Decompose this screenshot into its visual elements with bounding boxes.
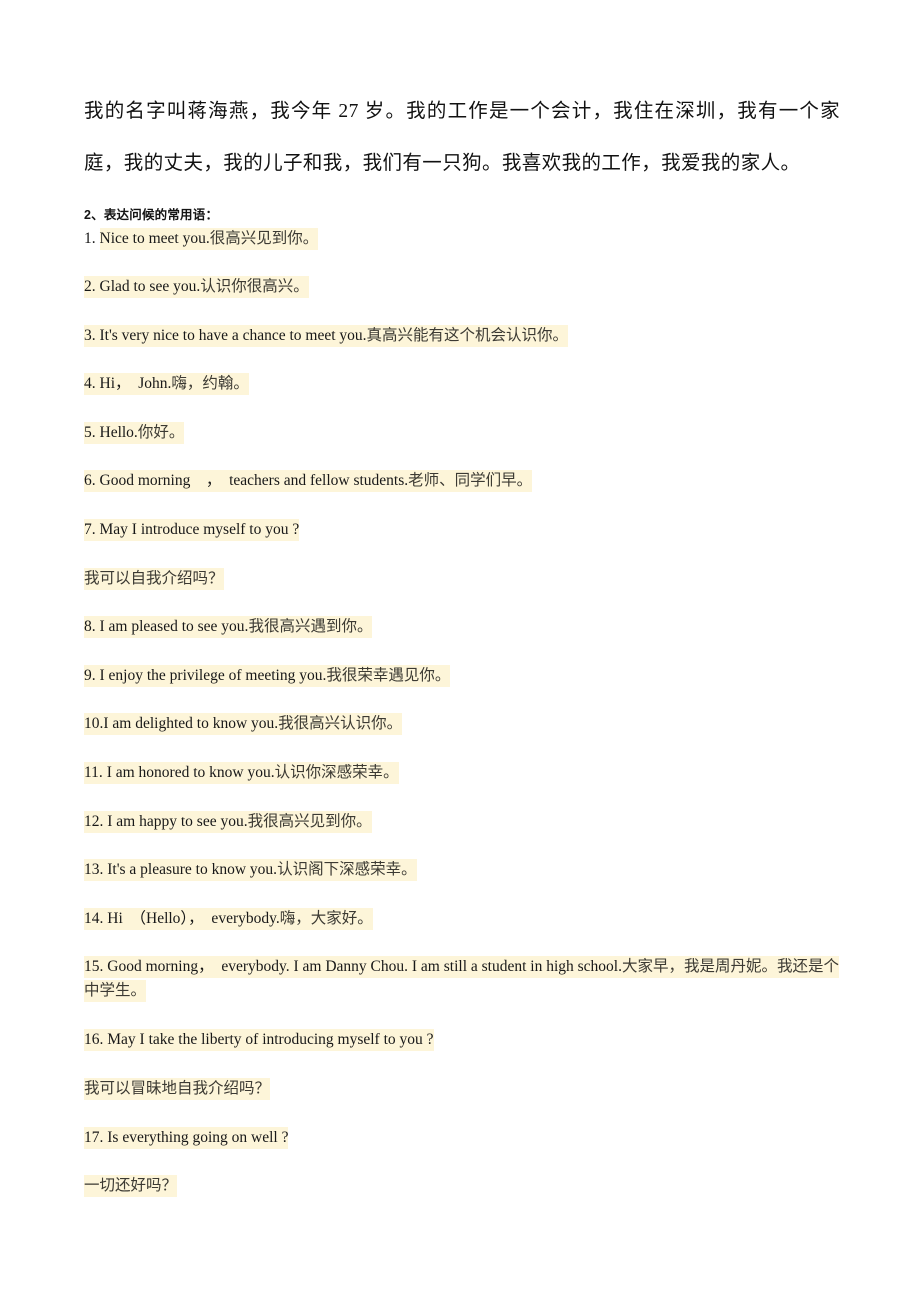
phrase-chinese: 我很高兴认识你。: [278, 715, 403, 733]
phrase-row: 14. Hi （Hello）， everybody.嗨，大家好。: [84, 907, 840, 956]
phrase-highlight: 14. Hi （Hello）， everybody.嗨，大家好。: [84, 907, 373, 930]
phrase-chinese: 你好。: [137, 423, 185, 441]
phrase-chinese: 我很高兴见到你。: [247, 812, 372, 830]
phrase-number: 10.: [84, 715, 104, 733]
phrase-number: 14.: [84, 909, 108, 927]
phrase-row: 一切还好吗？: [84, 1174, 840, 1223]
phrase-chinese: 我很荣幸遇见你。: [326, 666, 451, 684]
phrase-english: It's a pleasure to know you.: [107, 861, 278, 879]
phrase-row: 我可以自我介绍吗？: [84, 567, 840, 616]
phrase-chinese: 我可以冒昧地自我介绍吗？: [84, 1079, 271, 1097]
phrase-row: 6. Good morning ， teachers and fellow st…: [84, 469, 840, 518]
phrase-row: 7. May I introduce myself to you ?: [84, 518, 840, 567]
phrase-highlight: 11. I am honored to know you.认识你深感荣幸。: [84, 761, 399, 784]
phrase-highlight: 8. I am pleased to see you.我很高兴遇到你。: [84, 616, 373, 639]
phrase-row: 11. I am honored to know you.认识你深感荣幸。: [84, 761, 840, 810]
phrase-number: 4.: [84, 375, 100, 393]
phrase-row: 17. Is everything going on well ?: [84, 1126, 840, 1175]
document-page: 我的名字叫蒋海燕，我今年 27 岁。我的工作是一个会计，我住在深圳，我有一个家庭…: [0, 0, 920, 1302]
phrase-row: 13. It's a pleasure to know you.认识阁下深感荣幸…: [84, 858, 840, 907]
phrase-highlight: 5. Hello.你好。: [84, 421, 185, 444]
phrase-number: 8.: [84, 618, 100, 636]
phrase-highlight: 15. Good morning， everybody. I am Danny …: [84, 956, 839, 1003]
phrase-english: Is everything going on well ?: [107, 1128, 289, 1146]
phrase-english: May I introduce myself to you ?: [99, 520, 300, 538]
phrase-highlight: 4. Hi， John.嗨，约翰。: [84, 373, 249, 396]
phrase-row: 1. Nice to meet you.很高兴见到你。: [84, 227, 840, 275]
phrase-highlight: 6. Good morning ， teachers and fellow st…: [84, 470, 533, 493]
phrase-chinese: 嗨，约翰。: [171, 375, 249, 393]
phrase-row: 15. Good morning， everybody. I am Danny …: [84, 955, 840, 1028]
phrase-english: May I take the liberty of introducing my…: [107, 1031, 434, 1049]
phrase-highlight: 我可以自我介绍吗？: [84, 567, 224, 590]
phrase-row: 16. May I take the liberty of introducin…: [84, 1028, 840, 1077]
phrase-row: 9. I enjoy the privilege of meeting you.…: [84, 664, 840, 713]
phrase-highlight: 9. I enjoy the privilege of meeting you.…: [84, 664, 451, 687]
phrase-row: 3. It's very nice to have a chance to me…: [84, 324, 840, 373]
phrase-number: 6.: [84, 472, 100, 490]
phrase-number: 3.: [84, 326, 100, 344]
phrase-number: 16.: [84, 1031, 108, 1049]
phrase-number: 12.: [84, 812, 108, 830]
section-heading: 2、表达问候的常用语：: [84, 208, 219, 222]
phrase-highlight: 3. It's very nice to have a chance to me…: [84, 324, 569, 347]
phrase-highlight: 2. Glad to see you.认识你很高兴。: [84, 276, 309, 298]
phrase-row: 8. I am pleased to see you.我很高兴遇到你。: [84, 615, 840, 664]
phrase-english: Good morning， everybody. I am Danny Chou…: [107, 958, 622, 976]
phrase-number: 17.: [84, 1128, 108, 1146]
phrase-number: 7.: [84, 520, 100, 538]
phrase-row: 我可以冒昧地自我介绍吗？: [84, 1077, 840, 1126]
phrase-chinese: 嗨，大家好。: [279, 909, 373, 927]
phrase-highlight: 7. May I introduce myself to you ?: [84, 518, 300, 541]
phrase-row: 5. Hello.你好。: [84, 421, 840, 470]
phrase-highlight: 一切还好吗？: [84, 1175, 178, 1198]
phrase-row: 2. Glad to see you.认识你很高兴。: [84, 275, 840, 324]
phrase-english: I am delighted to know you.: [103, 715, 279, 733]
phrase-english: I am happy to see you.: [107, 812, 248, 830]
phrase-number: 11.: [84, 763, 107, 781]
phrase-chinese: 一切还好吗？: [84, 1177, 178, 1195]
phrase-number: 5.: [84, 423, 100, 441]
phrase-chinese: 认识你很高兴。: [200, 278, 309, 295]
phrase-highlight: 13. It's a pleasure to know you.认识阁下深感荣幸…: [84, 859, 417, 882]
intro-paragraph: 我的名字叫蒋海燕，我今年 27 岁。我的工作是一个会计，我住在深圳，我有一个家庭…: [84, 101, 840, 174]
phrase-number: 13.: [84, 861, 108, 879]
phrase-english: Glad to see you.: [99, 278, 201, 295]
phrase-english: Hello.: [99, 423, 138, 441]
phrase-english: Hi， John.: [99, 375, 172, 393]
phrase-chinese: 很高兴见到你。: [209, 230, 319, 247]
phrase-row: 12. I am happy to see you.我很高兴见到你。: [84, 810, 840, 859]
phrase-chinese: 认识你深感荣幸。: [274, 763, 399, 781]
phrase-row: 4. Hi， John.嗨，约翰。: [84, 372, 840, 421]
phrase-english: Good morning ， teachers and fellow stude…: [99, 472, 409, 490]
phrase-english: I am pleased to see you.: [99, 618, 249, 636]
phrase-number: 2.: [84, 278, 100, 295]
phrase-list: 1. Nice to meet you.很高兴见到你。 2. Glad to s…: [84, 227, 840, 1223]
phrase-number: 1.: [84, 230, 100, 247]
phrase-english: I am honored to know you.: [106, 763, 275, 781]
phrase-number: 9.: [84, 666, 100, 684]
phrase-highlight: 12. I am happy to see you.我很高兴见到你。: [84, 810, 372, 833]
phrase-highlight: 16. May I take the liberty of introducin…: [84, 1029, 434, 1052]
phrase-chinese: 我可以自我介绍吗？: [84, 569, 224, 587]
phrase-english: Nice to meet you.: [99, 230, 210, 247]
phrase-english: I enjoy the privilege of meeting you.: [99, 666, 327, 684]
phrase-chinese: 真高兴能有这个机会认识你。: [366, 326, 569, 344]
phrase-chinese: 老师、同学们早。: [408, 472, 533, 490]
phrase-row: 10.I am delighted to know you.我很高兴认识你。: [84, 712, 840, 761]
phrase-highlight: 我可以冒昧地自我介绍吗？: [84, 1077, 271, 1100]
phrase-highlight: 17. Is everything going on well ?: [84, 1126, 289, 1149]
document-content: 我的名字叫蒋海燕，我今年 27 岁。我的工作是一个会计，我住在深圳，我有一个家庭…: [84, 86, 840, 1223]
phrase-number: 15.: [84, 958, 108, 976]
phrase-chinese: 认识阁下深感荣幸。: [277, 861, 417, 879]
phrase-highlight: Nice to meet you.很高兴见到你。: [99, 228, 319, 250]
phrase-english: Hi （Hello）， everybody.: [107, 909, 280, 927]
phrase-highlight: 10.I am delighted to know you.我很高兴认识你。: [84, 713, 403, 736]
phrase-english: It's very nice to have a chance to meet …: [99, 326, 367, 344]
phrase-chinese: 我很高兴遇到你。: [248, 618, 373, 636]
